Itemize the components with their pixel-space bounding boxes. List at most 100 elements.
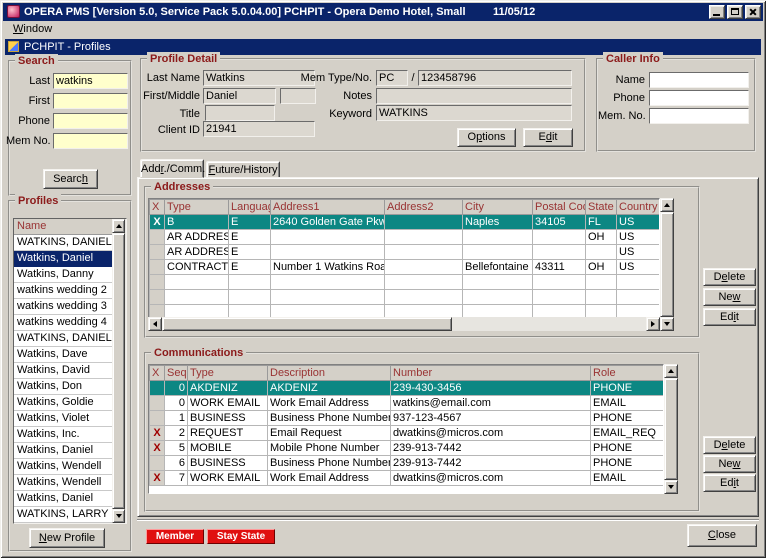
maximize-button[interactable]: [727, 5, 743, 19]
table-cell: [271, 290, 385, 305]
profile-list-item[interactable]: watkins wedding 4: [14, 315, 113, 331]
profile-list-item[interactable]: WATKINS, DANIEL: [14, 331, 113, 347]
scroll-down-icon[interactable]: [664, 480, 678, 494]
profile-list-item[interactable]: Watkins, Don: [14, 379, 113, 395]
scroll-up-icon[interactable]: [664, 364, 678, 378]
communications-vscrollbar[interactable]: [664, 364, 678, 494]
menu-window[interactable]: Window: [10, 23, 55, 35]
scrollbar-thumb[interactable]: [112, 233, 125, 509]
first-name-field[interactable]: [203, 88, 276, 104]
table-row[interactable]: 0AKDENIZAKDENIZ239-430-3456PHONE: [150, 381, 664, 396]
addresses-hscrollbar[interactable]: [148, 317, 660, 331]
scrollbar-thumb[interactable]: [664, 378, 678, 480]
profile-list-item[interactable]: watkins wedding 2: [14, 283, 113, 299]
search-button[interactable]: Search: [43, 169, 98, 189]
table-row[interactable]: [150, 305, 660, 319]
profile-list-item[interactable]: Watkins, Goldie: [14, 395, 113, 411]
scroll-up-icon[interactable]: [112, 219, 125, 233]
profile-list-item[interactable]: watkins wedding 3: [14, 299, 113, 315]
addresses-edit-button[interactable]: Edit: [703, 308, 756, 326]
member-lamp-button[interactable]: Member: [146, 529, 204, 544]
table-row[interactable]: AR ADDRESSEUS: [150, 245, 660, 260]
search-last-input[interactable]: [53, 73, 128, 89]
table-row[interactable]: X5MOBILEMobile Phone Number239-913-7442P…: [150, 441, 664, 456]
table-cell: X: [150, 441, 165, 456]
stay-state-lamp-button[interactable]: Stay State: [207, 529, 275, 544]
column-header: Type: [188, 366, 268, 381]
scroll-right-icon[interactable]: [646, 317, 660, 331]
profiles-scrollbar[interactable]: [112, 219, 126, 523]
profile-list-item[interactable]: Watkins, Violet: [14, 411, 113, 427]
table-cell: 239-913-7442: [391, 456, 591, 471]
hotel-name: PCHPIT - Opera Demo Hotel, Small: [284, 6, 466, 18]
table-row[interactable]: [150, 290, 660, 305]
profile-list-item[interactable]: WATKINS, DANIEL: [14, 235, 113, 251]
minimize-button[interactable]: [709, 5, 725, 19]
notes-field[interactable]: [376, 88, 572, 104]
scroll-up-icon[interactable]: [660, 198, 674, 212]
table-row[interactable]: X2REQUESTEmail Requestdwatkins@micros.co…: [150, 426, 664, 441]
profile-list-item[interactable]: Watkins, Dave: [14, 347, 113, 363]
mem-no-field[interactable]: [418, 70, 572, 86]
caller-phone-label: Phone: [598, 91, 645, 105]
scroll-down-icon[interactable]: [112, 509, 125, 523]
search-first-input[interactable]: [53, 93, 128, 109]
addresses-vscrollbar[interactable]: [660, 198, 674, 331]
caller-mem-field[interactable]: [649, 108, 749, 124]
profile-list-item[interactable]: Watkins, David: [14, 363, 113, 379]
communications-new-button[interactable]: New: [703, 455, 756, 473]
caller-phone-field[interactable]: [649, 90, 749, 106]
keyword-field[interactable]: [376, 105, 572, 121]
close-button[interactable]: Close: [687, 524, 757, 547]
tab-future-history[interactable]: Future/History: [206, 161, 280, 178]
title-field[interactable]: [205, 105, 275, 121]
caller-name-field[interactable]: [649, 72, 749, 88]
table-row[interactable]: [150, 275, 660, 290]
scroll-down-icon[interactable]: [660, 317, 674, 331]
profile-list-item[interactable]: WATKINS, LARRY: [14, 507, 113, 523]
profile-list-item[interactable]: Watkins, Daniel: [14, 443, 113, 459]
table-cell: [533, 305, 586, 319]
table-cell: 239-430-3456: [391, 381, 591, 396]
communications-delete-button[interactable]: Delete: [703, 436, 756, 454]
communications-edit-button[interactable]: Edit: [703, 474, 756, 492]
search-mem-input[interactable]: [53, 133, 128, 149]
profile-list-item[interactable]: Watkins, Daniel: [14, 251, 113, 267]
mem-no-label: Mem No.: [6, 134, 50, 148]
addresses-delete-button[interactable]: Delete: [703, 268, 756, 286]
table-row[interactable]: X7WORK EMAILWork Email Addressdwatkins@m…: [150, 471, 664, 486]
scroll-left-icon[interactable]: [148, 317, 162, 331]
table-row[interactable]: 0WORK EMAILWork Email Addresswatkins@ema…: [150, 396, 664, 411]
table-cell: OH: [586, 230, 617, 245]
addresses-table: XTypeLanguageAddress1Address2CityPostal …: [149, 199, 660, 318]
table-cell: 2640 Golden Gate Pkwy Ste 2: [271, 215, 385, 230]
profile-list-item[interactable]: Watkins, Daniel: [14, 491, 113, 507]
caller-name-label: Name: [598, 73, 645, 87]
table-row[interactable]: CONTRACTENumber 1 Watkins RoadBellefonta…: [150, 260, 660, 275]
tab-addr-comm[interactable]: Addr./Comm.: [140, 159, 204, 178]
new-profile-button[interactable]: New Profile: [29, 528, 105, 548]
table-cell: E: [229, 215, 271, 230]
table-row[interactable]: 1BUSINESSBusiness Phone Number937-123-45…: [150, 411, 664, 426]
table-row[interactable]: XBE2640 Golden Gate Pkwy Ste 2Naples3410…: [150, 215, 660, 230]
table-row[interactable]: AR ADDRESSEOHUS: [150, 230, 660, 245]
table-cell: 1: [165, 411, 188, 426]
table-cell: AR ADDRESS: [165, 230, 229, 245]
search-phone-input[interactable]: [53, 113, 128, 129]
table-cell: [165, 290, 229, 305]
profile-list-item[interactable]: Watkins, Danny: [14, 267, 113, 283]
client-id-field[interactable]: [203, 121, 315, 137]
options-button[interactable]: Options: [457, 128, 516, 147]
close-window-button[interactable]: [745, 5, 761, 19]
profile-list-item[interactable]: Watkins, Wendell: [14, 459, 113, 475]
table-row[interactable]: 6BUSINESSBusiness Phone Number239-913-74…: [150, 456, 664, 471]
profile-edit-button[interactable]: Edit: [523, 128, 573, 147]
table-cell: [385, 230, 463, 245]
profile-list-item[interactable]: Watkins, Wendell: [14, 475, 113, 491]
addresses-new-button[interactable]: New: [703, 288, 756, 306]
profile-list-item[interactable]: Watkins, Inc.: [14, 427, 113, 443]
scrollbar-thumb[interactable]: [660, 212, 674, 317]
scrollbar-thumb[interactable]: [162, 317, 452, 331]
table-cell: 34105: [533, 215, 586, 230]
mem-type-field[interactable]: [376, 70, 408, 86]
